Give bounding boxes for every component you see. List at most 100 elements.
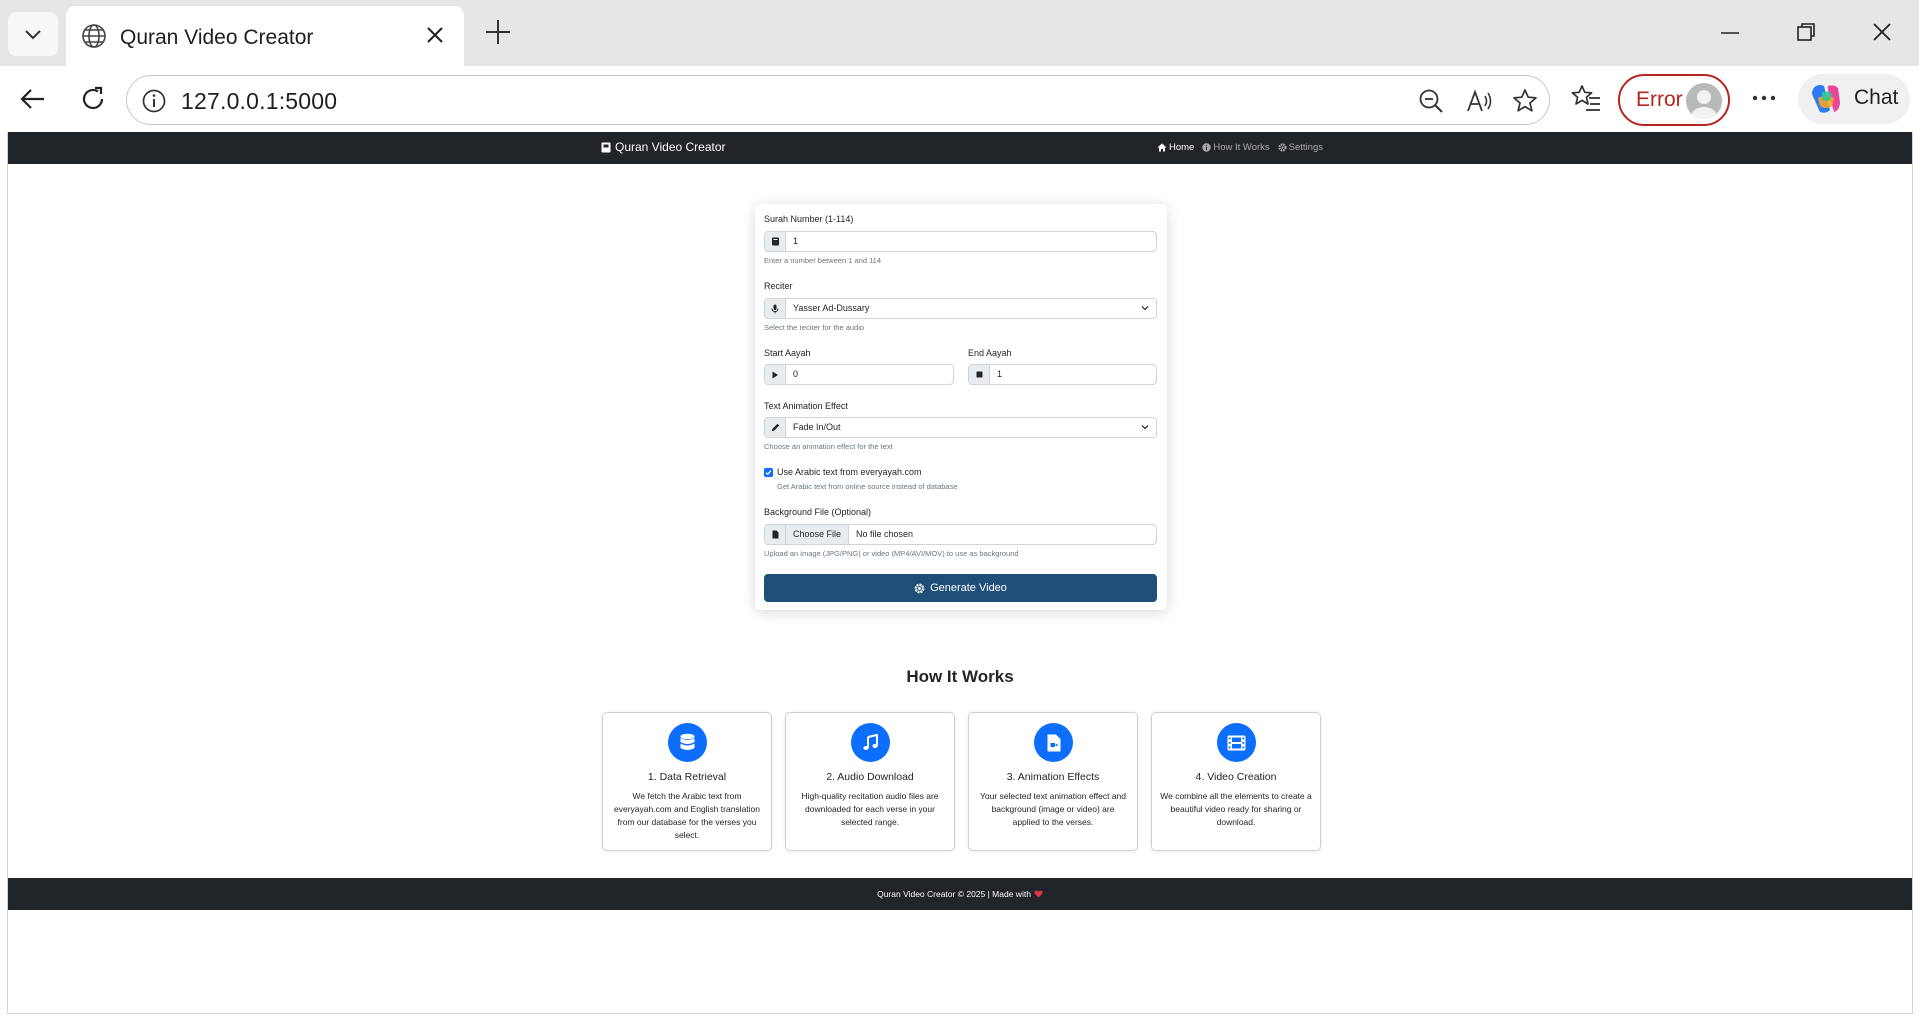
site-navbar: Quran Video Creator Home How It Works Se… <box>8 132 1912 164</box>
background-help-text: Upload an image (JPG/PNG) or video (MP4/… <box>764 549 1019 558</box>
nav-settings[interactable]: Settings <box>1278 142 1323 153</box>
reciter-help-text: Select the reciter for the audio <box>764 323 865 332</box>
minimize-icon[interactable] <box>1716 18 1744 46</box>
file-icon <box>765 525 786 544</box>
tab-title: Quran Video Creator <box>120 26 314 49</box>
step-card: 3. Animation Effects Your selected text … <box>968 712 1138 851</box>
arabic-source-label[interactable]: Use Arabic text from everyayah.com <box>777 467 922 477</box>
url-text: 127.0.0.1:5000 <box>181 88 338 114</box>
browser-toolbar: 127.0.0.1:5000 Error Chat <box>0 66 1919 132</box>
chevron-down-icon <box>25 30 41 40</box>
surah-number-input[interactable]: 1 <box>786 232 1156 251</box>
step-description: High-quality recitation audio files are … <box>801 791 939 827</box>
step-card: 4. Video Creation We combine all the ele… <box>1151 712 1321 851</box>
tab-list-button[interactable] <box>8 12 58 56</box>
animation-help-text: Choose an animation effect for the text <box>764 442 893 451</box>
step-description: We combine all the elements to create a … <box>1160 791 1312 827</box>
avatar <box>1686 83 1722 119</box>
browser-tab-bar: Quran Video Creator <box>0 0 1919 66</box>
info-icon[interactable] <box>141 88 167 114</box>
pencil-icon <box>765 418 786 437</box>
animation-label: Text Animation Effect <box>764 401 848 411</box>
info-circle-icon <box>1202 143 1212 152</box>
read-aloud-icon[interactable] <box>1465 87 1493 115</box>
restore-icon[interactable] <box>1792 18 1820 46</box>
nav-home[interactable]: Home <box>1157 142 1194 153</box>
zoom-out-icon[interactable] <box>1417 87 1445 115</box>
site-menu: Home How It Works Settings <box>1157 142 1323 153</box>
file-status: No file chosen <box>856 529 914 539</box>
arabic-source-checkbox[interactable] <box>764 468 773 477</box>
background-label: Background File (Optional) <box>764 507 872 517</box>
favorite-star-icon[interactable] <box>1511 87 1539 115</box>
how-it-works-heading: How It Works <box>906 667 1014 686</box>
generate-video-button[interactable]: Generate Video <box>764 574 1157 602</box>
cog-icon <box>914 583 925 593</box>
end-aayah-group: 1 <box>968 364 1157 385</box>
site-footer: Quran Video Creator © 2025 | Made with <box>8 878 1912 910</box>
browser-tab[interactable]: Quran Video Creator <box>66 6 464 66</box>
microphone-icon <box>765 299 786 318</box>
end-aayah-label: End Aayah <box>968 348 1012 358</box>
start-aayah-label: Start Aayah <box>764 348 811 358</box>
profile-error-button[interactable]: Error <box>1618 74 1730 126</box>
step-title: 1. Data Retrieval <box>647 771 727 783</box>
heart-icon <box>1034 890 1043 898</box>
surah-input-group: 1 <box>764 231 1157 252</box>
nav-home-label: Home <box>1169 142 1195 153</box>
reciter-value: Yasser Ad-Dussary <box>786 299 1156 318</box>
quran-book-icon <box>601 142 611 152</box>
step-title: 4. Video Creation <box>1195 771 1277 783</box>
database-icon <box>668 723 707 762</box>
animation-select[interactable]: Fade In/Out <box>764 417 1157 438</box>
animation-selected: Fade In/Out <box>793 422 841 432</box>
cog-icon <box>1278 143 1287 152</box>
surah-help-text: Enter a number between 1 and 114 <box>764 256 882 265</box>
file-video-icon <box>1034 723 1073 762</box>
copilot-chat-button[interactable]: Chat <box>1798 74 1910 124</box>
step-card: 1. Data Retrieval We fetch the Arabic te… <box>602 712 772 851</box>
step-title: 2. Audio Download <box>826 771 914 783</box>
globe-icon <box>82 24 106 48</box>
video-form-card: Surah Number (1-114) 1 Enter a number be… <box>755 204 1167 610</box>
address-bar[interactable]: 127.0.0.1:5000 <box>126 75 1550 125</box>
reciter-select[interactable]: Yasser Ad-Dussary <box>764 298 1157 319</box>
chat-label: Chat <box>1854 86 1899 109</box>
choose-file-button[interactable]: Choose File <box>786 525 850 544</box>
close-window-icon[interactable] <box>1868 18 1896 46</box>
chevron-down-icon <box>1141 425 1149 430</box>
reciter-selected: Yasser Ad-Dussary <box>793 303 870 313</box>
close-tab-icon[interactable] <box>422 22 448 48</box>
play-icon <box>765 365 786 384</box>
reciter-label: Reciter <box>764 281 793 291</box>
start-aayah-input[interactable]: 0 <box>786 365 953 384</box>
step-title: 3. Animation Effects <box>1006 771 1100 783</box>
step-description: We fetch the Arabic text from everyayah.… <box>614 791 760 840</box>
footer-text: Quran Video Creator © 2025 | Made with <box>877 889 1031 899</box>
new-tab-icon[interactable] <box>482 16 514 48</box>
home-icon <box>1157 143 1167 152</box>
stop-icon <box>969 365 990 384</box>
start-aayah-group: 0 <box>764 364 954 385</box>
copilot-icon <box>1812 85 1840 113</box>
step-description: Your selected text animation effect and … <box>979 791 1126 827</box>
animation-value: Fade In/Out <box>786 418 1156 437</box>
step-card: 2. Audio Download High-quality recitatio… <box>785 712 955 851</box>
favorites-list-icon[interactable] <box>1570 82 1602 114</box>
brand-label: Quran Video Creator <box>615 140 726 154</box>
generate-video-label: Generate Video <box>930 582 1007 594</box>
nav-settings-label: Settings <box>1288 142 1323 153</box>
surah-label: Surah Number (1-114) <box>764 214 854 224</box>
more-options-icon[interactable] <box>1748 82 1780 114</box>
film-icon <box>1217 723 1256 762</box>
back-arrow-icon[interactable] <box>16 82 50 116</box>
page-viewport: Quran Video Creator Home How It Works Se… <box>7 132 1913 1014</box>
site-brand[interactable]: Quran Video Creator <box>601 140 726 154</box>
reload-icon[interactable] <box>76 82 110 116</box>
arabic-source-help-text: Get Arabic text from online source inste… <box>777 482 958 491</box>
music-icon <box>851 723 890 762</box>
error-label: Error <box>1636 88 1683 111</box>
nav-how-it-works[interactable]: How It Works <box>1202 142 1270 153</box>
check-icon <box>765 470 772 476</box>
end-aayah-input[interactable]: 1 <box>990 365 1156 384</box>
